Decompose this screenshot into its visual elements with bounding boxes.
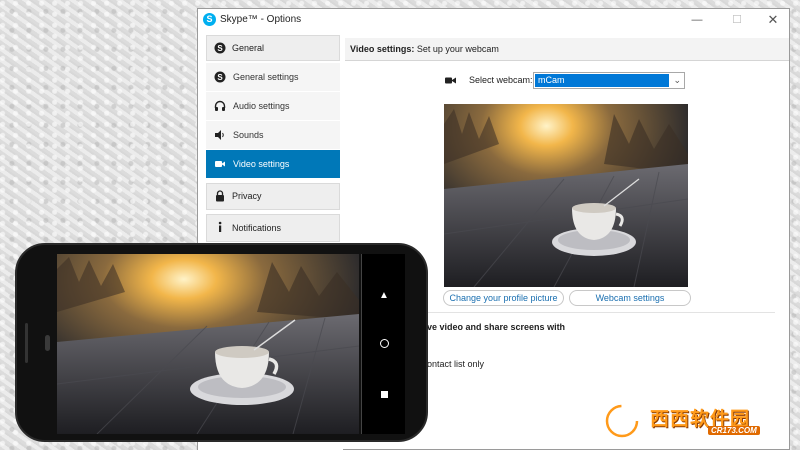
skype-icon: S (214, 71, 226, 83)
video-camera-icon (215, 161, 225, 167)
share-setting-label: ve video and share screens with (427, 322, 566, 332)
webcam-dropdown[interactable]: mCam ⌄ (533, 72, 685, 89)
headphones-icon (214, 100, 226, 111)
window-title: Skype™ - Options (220, 14, 302, 25)
sidebar-group-label: General (232, 43, 265, 53)
phone-camera-image (57, 254, 359, 434)
sidebar-group-privacy[interactable]: Privacy (206, 183, 340, 210)
sidebar-item-label: Sounds (233, 130, 264, 140)
chevron-down-icon: ⌄ (673, 75, 681, 85)
sidebar-group-label: Privacy (232, 191, 262, 201)
section-header: Video settings: Set up your webcam (345, 38, 789, 61)
webcam-settings-button[interactable]: Webcam settings (569, 290, 691, 306)
webcam-select-row: Select webcam: mCam ⌄ (445, 72, 745, 90)
phone-side-button (25, 323, 28, 363)
svg-text:S: S (217, 73, 223, 82)
maximize-button[interactable]: ☐ (722, 11, 752, 29)
phone-navigation-bar: ▲ (361, 254, 405, 434)
change-profile-picture-button[interactable]: Change your profile picture (443, 290, 564, 306)
site-watermark: 西西软件园 CR173.COM (600, 402, 785, 442)
skype-app-icon: S (203, 13, 216, 26)
android-phone: ▲ (15, 243, 428, 442)
phone-speaker (45, 335, 50, 351)
video-camera-icon (445, 77, 456, 84)
contact-list-only-option[interactable]: ontact list only (427, 359, 484, 369)
section-title: Video settings: (350, 44, 415, 54)
sidebar-group-notifications[interactable]: Notifications (206, 214, 340, 242)
close-button[interactable]: ✕ (758, 11, 788, 29)
webcam-preview-image (444, 104, 688, 287)
webcam-label: Select webcam: (469, 75, 533, 85)
back-icon[interactable]: ▲ (362, 290, 406, 301)
phone-camera-view (57, 254, 359, 434)
sidebar-item-video-settings[interactable]: Video settings (206, 150, 340, 178)
webcam-selected-value: mCam (535, 74, 669, 87)
svg-text:S: S (217, 44, 223, 53)
minimize-button[interactable]: — (682, 11, 712, 29)
sidebar-group-label: Notifications (232, 223, 282, 233)
watermark-logo-icon (604, 403, 640, 439)
skype-icon: S (214, 42, 226, 54)
lock-icon (216, 190, 224, 202)
sidebar-item-audio-settings[interactable]: Audio settings (206, 92, 340, 120)
sidebar-group-general[interactable]: S General (206, 35, 340, 61)
title-bar: S Skype™ - Options — ☐ ✕ (198, 9, 789, 31)
watermark-subtext: CR173.COM (708, 426, 760, 435)
sidebar-item-sounds[interactable]: Sounds (206, 121, 340, 149)
sidebar-item-label: Video settings (233, 159, 290, 169)
info-icon (218, 221, 222, 232)
speaker-icon (215, 130, 224, 140)
sidebar-item-general-settings[interactable]: S General settings (206, 63, 340, 91)
home-icon[interactable] (362, 339, 406, 351)
recent-apps-icon[interactable] (362, 390, 406, 401)
sidebar-item-label: Audio settings (233, 101, 290, 111)
section-subtitle: Set up your webcam (414, 44, 499, 54)
webcam-preview (444, 104, 688, 287)
sidebar-item-label: General settings (233, 72, 299, 82)
